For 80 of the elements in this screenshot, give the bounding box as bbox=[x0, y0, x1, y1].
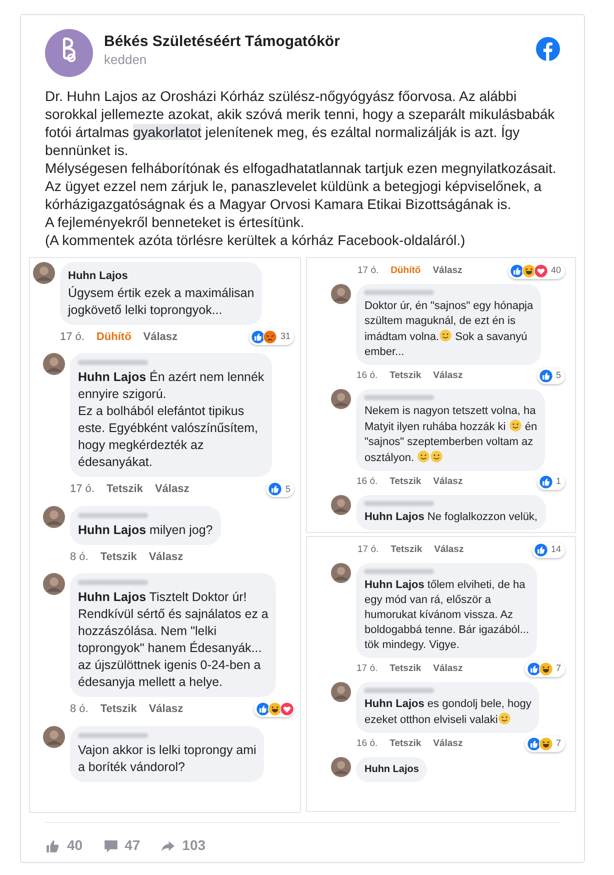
comment-time[interactable]: 16 ó. bbox=[356, 736, 378, 752]
reaction-link[interactable]: Dühítő bbox=[96, 328, 132, 345]
comment-text: Huhn Lajos milyen jog? bbox=[78, 522, 213, 538]
reply-link[interactable]: Válasz bbox=[433, 474, 463, 490]
reaction-count: 5 bbox=[556, 369, 561, 382]
reaction-count: 7 bbox=[556, 737, 561, 750]
smiley-icon bbox=[498, 712, 511, 725]
reaction-link[interactable]: Tetszik bbox=[100, 548, 137, 565]
reply-link[interactable]: Válasz bbox=[433, 736, 463, 752]
comment-icon bbox=[102, 838, 119, 854]
avatar bbox=[33, 262, 55, 284]
comment-text: Huhn Lajos Ne foglalkozzon velük, bbox=[364, 510, 538, 525]
avatar bbox=[331, 757, 352, 777]
comment-count[interactable]: 47 bbox=[124, 835, 140, 856]
comment-time[interactable]: 17 ó. bbox=[357, 542, 379, 558]
post-time[interactable]: kedden bbox=[104, 51, 525, 68]
comment-author[interactable]: Huhn Lajos bbox=[364, 762, 419, 777]
avatar bbox=[331, 563, 352, 583]
post-paragraph: Az ügyet ezzel nem zárjuk le, panaszlevelet küldünk a betegjogi képviselőnek, a kórházigazgatóságnak és a Magyar Orvosi Kamara Etikai Bizottságának is. bbox=[45, 177, 543, 213]
reply-link[interactable]: Válasz bbox=[434, 542, 464, 558]
reaction-count: 1 bbox=[556, 475, 561, 488]
page-logo-icon bbox=[45, 29, 93, 77]
comment-text: Huhn Lajos tőlem elviheti, de ha egy mód van rá, először a humorukat kívánom vissza. Az boldogabbá tenne. Bár igazából... tök mindegy. Vigye. bbox=[364, 578, 530, 653]
comment-text: Doktor úr, én "sajnos" egy hónapja szültem maguknál, de ezt én is imádtam volna. Sok a savanyú ember... bbox=[364, 299, 534, 360]
smiley-icon bbox=[430, 450, 444, 463]
comment-text: Vajon akkor is lelki toprongy ami a boríték vándorol? bbox=[78, 742, 256, 776]
reply-link[interactable]: Válasz bbox=[143, 328, 178, 345]
avatar bbox=[43, 506, 65, 528]
post-paragraph: Mélységesen felháborítónak és elfogadhatatlannak tartjuk ezen megnyilatkozásait. bbox=[45, 159, 558, 177]
comment-text: Úgysem értik ezek a maximálisan jogkövető lelki toprongyok... bbox=[68, 284, 254, 318]
avatar bbox=[331, 284, 352, 304]
avatar bbox=[331, 682, 352, 702]
reaction-count: 31 bbox=[280, 330, 290, 343]
reaction-link[interactable]: Tetszik bbox=[100, 701, 137, 718]
like-icon bbox=[45, 838, 61, 854]
reply-link[interactable]: Válasz bbox=[433, 662, 463, 676]
post-paragraph: (A kommentek azóta törlésre kerültek a kórház Facebook-oldaláról.) bbox=[45, 231, 466, 249]
like-count[interactable]: 40 bbox=[67, 835, 83, 856]
reply-link[interactable]: Válasz bbox=[148, 548, 184, 565]
comment-time[interactable]: 17 ó. bbox=[60, 328, 84, 345]
comment-time[interactable]: 16 ó. bbox=[356, 368, 378, 384]
smiley-icon bbox=[508, 419, 522, 432]
comment-text: Huhn Lajos Tisztelt Doktor úr! Rendkívül sértő és sajnálatos ez a hozzászólása. Nem "lelki toprongyok" hanem Édesanyák... az újszülöttnek igenis 0-24-ben a édesanyja mellett a helye. bbox=[78, 589, 268, 691]
facebook-icon bbox=[536, 37, 560, 61]
comment-time[interactable]: 8 ó. bbox=[70, 701, 88, 718]
smiley-icon bbox=[417, 450, 430, 463]
comment-time[interactable]: 17 ó. bbox=[356, 662, 378, 676]
comment-text: Nekem is nagyon tetszett volna, ha Matyit ilyen ruhába hozzák ki én "sajnos" szeptemberben voltam az osztályon. bbox=[364, 404, 538, 466]
reply-link[interactable]: Válasz bbox=[154, 481, 190, 498]
avatar bbox=[331, 495, 352, 515]
avatar bbox=[43, 726, 65, 748]
reply-link[interactable]: Válasz bbox=[148, 701, 184, 718]
smiley-icon bbox=[439, 329, 452, 342]
comment-text: Huhn Lajos es gondolj bele, hogy ezeket otthon elviseli valaki bbox=[364, 697, 532, 728]
reaction-count: 5 bbox=[285, 482, 290, 496]
comment-text: Huhn Lajos Én azért nem lennék ennyire szigorú. Ez a bolhából elefántot tipikus este. Egyébként valószínűsítem, hogy megkérdezték az édesanyákat. bbox=[78, 369, 264, 471]
reaction-link[interactable]: Tetszik bbox=[390, 662, 422, 676]
comment-time[interactable]: 8 ó. bbox=[70, 548, 88, 565]
reaction-link[interactable]: Tetszik bbox=[390, 368, 422, 384]
post-paragraph: Dr. Huhn Lajos az Orosházi Kórház szülész-nőgyógyász főorvosa. Az alábbi sorokkal jellemezte azokat, akik szóvá merik tenni, hogy a szeparált mikulásbabák fotói ártalmas gyakorlatot jelenítenek meg, és ezáltal normalizálják is azt. Így bennünket is. bbox=[45, 87, 556, 159]
reaction-link[interactable]: Dühítő bbox=[390, 264, 421, 278]
reply-link[interactable]: Válasz bbox=[433, 368, 463, 384]
reaction-count: 7 bbox=[556, 662, 561, 676]
avatar bbox=[43, 353, 65, 375]
comment-time[interactable]: 16 ó. bbox=[356, 474, 378, 490]
post-paragraph: A fejleményekről benneteket is értesítünk. bbox=[45, 213, 306, 231]
comment-time[interactable]: 17 ó. bbox=[357, 264, 379, 278]
comment-time[interactable]: 17 ó. bbox=[70, 481, 94, 498]
share-count[interactable]: 103 bbox=[182, 835, 206, 856]
reaction-link[interactable]: Tetszik bbox=[106, 481, 143, 498]
reaction-count: 14 bbox=[550, 543, 561, 556]
avatar bbox=[331, 389, 352, 409]
reply-link[interactable]: Válasz bbox=[432, 264, 462, 278]
reaction-count: 40 bbox=[550, 264, 561, 278]
reaction-link[interactable]: Tetszik bbox=[390, 542, 422, 558]
reaction-link[interactable]: Tetszik bbox=[390, 474, 422, 490]
comment-author[interactable]: Huhn Lajos bbox=[68, 268, 254, 284]
reaction-link[interactable]: Tetszik bbox=[390, 736, 422, 752]
page-name[interactable]: Békés Születéséért Támogatókör bbox=[104, 32, 525, 51]
avatar bbox=[43, 573, 65, 595]
